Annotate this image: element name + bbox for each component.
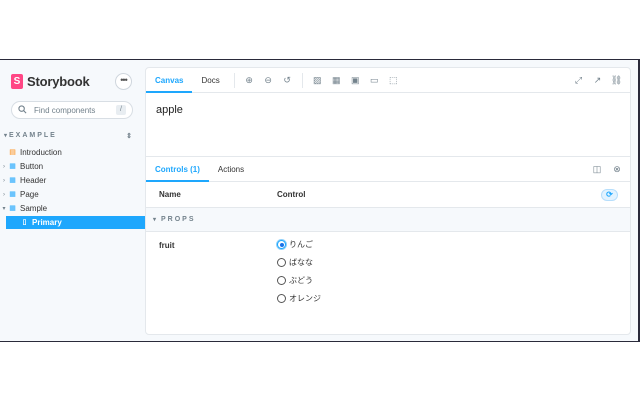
- main-panel: Canvas Docs ⊕ ⊖ ↺ ▨ ▦ ▣ ▭ ⬚ ⤢ ↗ ⛓ apple …: [145, 67, 631, 335]
- sidebar-item-header[interactable]: › ▦ Header: [0, 174, 145, 187]
- document-icon: ▤: [9, 149, 16, 156]
- toolbar: Canvas Docs ⊕ ⊖ ↺ ▨ ▦ ▣ ▭ ⬚ ⤢ ↗ ⛓: [146, 68, 630, 93]
- search-shortcut-key: /: [116, 105, 126, 115]
- reset-controls-button[interactable]: ⟳: [601, 189, 618, 201]
- group-label: EXAMPLE: [9, 132, 57, 139]
- section-props[interactable]: ▾ PROPS: [146, 208, 630, 232]
- radio-button[interactable]: [277, 258, 286, 267]
- fullscreen-icon[interactable]: ⤢: [569, 68, 588, 93]
- tab-controls[interactable]: Controls (1): [146, 157, 209, 182]
- outline-icon[interactable]: ⬚: [384, 68, 403, 93]
- storybook-logo[interactable]: S Storybook: [11, 74, 90, 89]
- sidebar-item-sample[interactable]: ▾ ▦ Sample: [0, 202, 145, 215]
- radio-option-budou[interactable]: ぶどう: [277, 275, 313, 286]
- radio-option-orange[interactable]: オレンジ: [277, 293, 321, 304]
- viewport-icon[interactable]: ▣: [346, 68, 365, 93]
- sidebar-item-label: Sample: [20, 204, 48, 213]
- story-canvas: apple: [146, 93, 630, 157]
- column-control: Control: [277, 190, 306, 199]
- addon-panel-tabs: Controls (1) Actions ◫ ⊗: [146, 157, 630, 182]
- sidebar-item-introduction[interactable]: ▤ Introduction: [0, 146, 145, 159]
- sidebar-item-primary[interactable]: ▯ Primary: [6, 216, 145, 229]
- chevron-right-icon: ›: [3, 177, 5, 184]
- chevron-right-icon: ›: [3, 163, 5, 170]
- canvas-content: apple: [156, 104, 183, 116]
- radio-label: ばなな: [289, 258, 313, 267]
- chevron-down-icon: ▾: [153, 217, 157, 223]
- panel-orientation-icon[interactable]: ◫: [590, 157, 604, 182]
- radio-button[interactable]: [277, 294, 286, 303]
- storybook-window: S Storybook ••• Find components / ▾ EXAM…: [0, 59, 640, 342]
- component-icon: ▦: [9, 177, 16, 184]
- radio-option-banana[interactable]: ばなな: [277, 257, 313, 268]
- sidebar-item-label: Introduction: [20, 148, 62, 157]
- group-example[interactable]: ▾ EXAMPLE ⇕: [4, 132, 134, 140]
- component-icon: ▦: [9, 205, 16, 212]
- sidebar-item-page[interactable]: › ▦ Page: [0, 188, 145, 201]
- story-bookmark-icon: ▯: [22, 219, 27, 226]
- radio-label: オレンジ: [289, 294, 321, 303]
- section-label: PROPS: [161, 216, 196, 223]
- measure-icon[interactable]: ▭: [365, 68, 384, 93]
- grid-icon[interactable]: ▦: [327, 68, 346, 93]
- prop-name: fruit: [159, 241, 175, 250]
- toolbar-divider: [301, 72, 303, 88]
- copy-link-icon[interactable]: ⛓: [607, 68, 626, 93]
- tab-docs[interactable]: Docs: [192, 68, 228, 93]
- radio-option-ringo[interactable]: りんご: [277, 239, 313, 250]
- brand-name: Storybook: [27, 74, 90, 89]
- toolbar-right-group: ⤢ ↗ ⛓: [569, 68, 626, 93]
- component-icon: ▦: [9, 163, 16, 170]
- sidebar: S Storybook ••• Find components / ▾ EXAM…: [0, 60, 145, 341]
- close-icon[interactable]: ⊗: [610, 157, 624, 182]
- sidebar-item-button[interactable]: › ▦ Button: [0, 160, 145, 173]
- background-icon[interactable]: ▨: [308, 68, 327, 93]
- sidebar-item-label: Header: [20, 176, 47, 185]
- tab-canvas[interactable]: Canvas: [146, 68, 193, 93]
- search-icon: [18, 101, 30, 119]
- chevron-right-icon: ›: [3, 191, 5, 198]
- sidebar-item-label: Primary: [32, 218, 62, 227]
- menu-button[interactable]: •••: [115, 73, 132, 90]
- sidebar-item-label: Button: [20, 162, 44, 171]
- chevron-down-icon: ▾: [4, 133, 8, 139]
- component-icon: ▦: [9, 191, 16, 198]
- table-row: fruit りんご ばなな ぶどう オレンジ: [146, 232, 630, 322]
- addon-panel-actions: ◫ ⊗: [590, 157, 624, 182]
- controls-table-header: Name Control ⟳: [146, 182, 630, 208]
- zoom-in-icon[interactable]: ⊕: [240, 68, 259, 93]
- search-placeholder: Find components: [34, 105, 96, 115]
- sidebar-item-label: Page: [20, 190, 39, 199]
- chevron-down-icon: ▾: [2, 206, 6, 212]
- column-name: Name: [159, 190, 181, 199]
- zoom-reset-icon[interactable]: ↺: [278, 68, 297, 93]
- storybook-logo-icon: S: [11, 74, 23, 89]
- radio-button[interactable]: [277, 240, 286, 249]
- radio-button[interactable]: [277, 276, 286, 285]
- search-input[interactable]: Find components /: [11, 101, 133, 119]
- expand-collapse-icon[interactable]: ⇕: [126, 132, 132, 140]
- open-new-tab-icon[interactable]: ↗: [588, 68, 607, 93]
- radio-label: ぶどう: [289, 276, 313, 285]
- radio-label: りんご: [289, 240, 313, 249]
- toolbar-divider: [233, 72, 235, 88]
- zoom-out-icon[interactable]: ⊖: [259, 68, 278, 93]
- tab-actions[interactable]: Actions: [209, 157, 253, 182]
